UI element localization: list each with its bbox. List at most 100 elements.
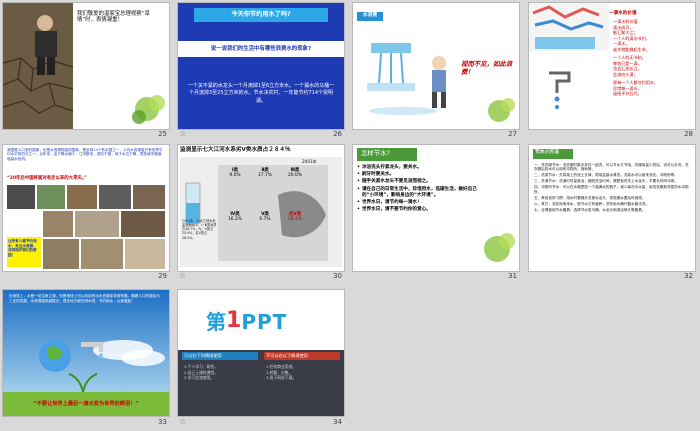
ppt-logo: 第 1 PPT [206, 308, 288, 334]
quality-cell: Ⅰ类 9.0% [220, 167, 250, 178]
slide-31-footer: 31 [353, 272, 519, 282]
tip-item: • 请在自己的日常生活中，珍惜用水，低碳生活，做好自己的“小环境”，影响身边的“大… [357, 187, 481, 199]
slide-25-thumbnail[interactable]: 我们敬爱的温家宝总理视察“旱情”时，表情凝重！ [3, 3, 169, 129]
bullet-icon: • [357, 186, 360, 192]
tip-paragraph: 六、其它：浇花用淘米水，既节水又有营养；洗车用水桶代替水管冲洗。 [534, 201, 649, 206]
bullet-icon: • [357, 179, 360, 185]
slide-26-thumbnail[interactable]: 今天你节约用水了吗? 说一说我们的生活中有哪些浪费水的现象? 一个关不紧的水龙头… [178, 3, 344, 129]
slide-31-thumbnail[interactable]: 怎样节水? • 沐浴洗头拧紧龙头，要关水。 • 刷牙时要关水。 • 随手关紧水龙头不要… [353, 145, 519, 271]
quality-value: 17.7% [258, 173, 272, 178]
slide-number: 25 [158, 130, 167, 138]
tip-text: 请在自己的日常生活中，珍惜用水，低碳生活，做好自己的“小环境”，影响身边的“大环… [361, 186, 477, 198]
tip-paragraph: 四、冲厕所节水：可以在水箱里放一个装满水的瓶子，减少每次冲水量，用洗衣服和洗菜的… [534, 185, 689, 194]
slide-32-footer: 32 [529, 272, 695, 282]
tip-paragraph: 三、洗澡节水：洗澡时尽量淋浴，缩短洗浴时间，擦肥皂时关上水龙头，不要长时间冲淋。 [534, 179, 678, 184]
slide-number: 33 [158, 418, 167, 426]
slide-number: 32 [684, 272, 693, 280]
slide-25-caption: 我们敬爱的温家宝总理视察“旱情”时，表情凝重！ [77, 11, 150, 24]
slide-number: 28 [684, 130, 693, 138]
tip-text: 随手关紧水龙头不要见流而视之。 [361, 179, 431, 185]
bullet-icon: • [357, 165, 360, 170]
tip-item: • 世界水日，请不要节约你的爱心。 [357, 207, 481, 213]
quality-cell: 劣Ⅴ类 28.4% [280, 211, 310, 222]
slide-32-thumbnail[interactable]: 节水小方法 一、洗衣服节水：洗衣服时集中多件一起洗，可以节水又节电。衣服用量少的… [529, 145, 695, 271]
allowed-list: 1.个人学习、研究。 2.自己上课的课堂。 3.学习交流使用。 [184, 364, 258, 381]
slide-number: 26 [333, 130, 342, 138]
slide-26-title: 今天你节约用水了吗? [231, 11, 291, 18]
allowed-item: 3.学习交流使用。 [184, 375, 215, 381]
logo-rest: PPT [241, 310, 288, 334]
slide-31-title: 怎样节水? [361, 149, 390, 157]
tip-item: • 刷牙时要关水。 [357, 172, 481, 178]
slide-number: 31 [508, 272, 517, 280]
faucet-illustration [529, 3, 609, 109]
tip-text: 世界水日，请不要节约你的爱心。 [361, 207, 431, 213]
slide-27-thumbnail[interactable]: 水浪费 视而不见，如此浪费！ [353, 3, 519, 129]
slide-26-footer: ☆ 26 [178, 129, 344, 140]
tips-list: • 沐浴洗头拧紧龙头，要关水。 • 刷牙时要关水。 • 随手关紧水龙头不要见流而视之。… [357, 165, 481, 213]
quality-cell: Ⅳ类 16.2% [220, 211, 250, 222]
slide-26-body: 一个关不紧的水龙头一个月滴掉1至6立方米水。一个漏水的马桶一个月流掉3至25立方… [187, 83, 335, 104]
slide-27-footer: 27 [353, 130, 519, 140]
slide-29-quote: “20年后中国将面对有史以来的大旱灾。” [7, 176, 87, 181]
quality-cell: Ⅴ类 6.7% [250, 211, 280, 222]
slide-28-heading: 一滴水的价值 [609, 11, 637, 16]
slide-28-footer: 28 [529, 130, 695, 140]
green-leaf-decoration [132, 95, 165, 124]
bullet-icon: • [357, 207, 360, 213]
slide-33-slogan: “不要让世界上最后一滴水变为世界的眼泪！” [33, 401, 139, 407]
slide-30-year: 2001年 [302, 159, 317, 164]
bullet-icon: • [357, 199, 360, 205]
logo-main: 第 [206, 310, 226, 334]
quality-cell: Ⅲ类 20.0% [280, 167, 310, 178]
slide-30-title: 监测显示七大江河水系劣Ⅴ类水质占２８４％ [180, 147, 291, 153]
slide-32-title: 节水小方法 [535, 150, 559, 155]
quality-cell: Ⅱ类 17.7% [250, 167, 280, 178]
slide-number: 30 [333, 272, 342, 280]
slide-30-footer: ☆ 30 [178, 271, 344, 282]
slide-28-thumbnail[interactable]: 一滴水的价值 一滴水的价值 滴水成河， 能汇聚大江； 一个人的滴水节约， 一滴水… [529, 3, 695, 129]
quality-value: 6.7% [259, 217, 271, 222]
slide-29-boxnote: 让所有人都节约用水，关注水资源，共同保护我们的家园！ [8, 239, 37, 258]
tip-paragraph: 七、合理使用节水器具：选择节水型马桶、水龙头和淋浴喷头等器具。 [534, 207, 646, 212]
slide-33-thumbnail[interactable]: 在地球上，水是一切生命之源，但是地球上可以利用的淡水资源却非常有限。随着人口的增… [3, 290, 169, 416]
logo-number: 1 [226, 308, 242, 333]
tip-item: • 随手关紧水龙头不要见流而视之。 [357, 179, 481, 185]
tip-paragraph: 二、洗菜节水：先将菜上的泥土去掉，再用盆接水清洗，洗菜水可以用来浇花、冲厕所等。 [534, 173, 678, 178]
slide-30-thumbnail[interactable]: 监测显示七大江河水系劣Ⅴ类水质占２８４％ 2001年 Ⅰ类 9.0% Ⅱ类 17… [178, 145, 344, 271]
forbidden-list: 1.任何商业用途。 2.转载、出售。 3.用于网站下载。 [266, 364, 340, 381]
earth-water-drop-scene [3, 290, 169, 416]
slide-34-footer: ☆ 34 [178, 417, 344, 428]
slide-25-footer: 25 [3, 130, 169, 140]
tip-item: • 世界水日，请节约每一滴水！ [357, 200, 481, 206]
quality-value: 20.0% [288, 173, 302, 178]
tip-text: 沐浴洗头拧紧龙头，要关水。 [361, 165, 422, 170]
slide-33-footer: 33 [3, 418, 169, 428]
slide-34-thumbnail[interactable]: 第 1 PPT 可以在下列情境使用 不可以在以下情境使用 1.个人学习、研究。 … [178, 290, 344, 416]
forbidden-title: 不可以在以下情境使用 [266, 353, 308, 358]
tip-text: 世界水日，请节约每一滴水！ [361, 199, 422, 205]
slide-number: 34 [333, 418, 342, 426]
slide-27-bubble: 视而不见，如此浪费！ [461, 60, 513, 76]
quality-value: 9.0% [229, 173, 241, 178]
slide-33-intro: 在地球上，水是一切生命之源，但是地球上可以利用的淡水资源却非常有限。随着人口的增… [9, 294, 160, 303]
tip-text: 刷牙时要关水。 [361, 172, 395, 178]
quality-table: Ⅰ类 9.0% Ⅱ类 17.7% Ⅲ类 20.0% Ⅳ类 16.2% Ⅴ类 6.… [220, 167, 310, 253]
tips-paragraphs: 一、洗衣服节水：洗衣服时集中多件一起洗，可以节水又节电。衣服用量少的话，也可以手… [534, 163, 690, 212]
slide-26-question: 说一说我们的生活中有哪些浪费水的现象? [210, 46, 312, 52]
star-icon: ☆ [179, 129, 187, 138]
slide-29-thumbnail[interactable]: 我国是人口多的国家，也是水资源短缺的国家，是全球13个贫水国之一，人均水资源量只… [3, 145, 169, 271]
poem-line: 留给子孙后代。 [613, 91, 642, 97]
bullet-icon: • [357, 172, 360, 178]
slide-29-footer: 29 [3, 272, 169, 282]
quality-value: 16.2% [228, 217, 242, 222]
forbidden-item: 3.用于网站下载。 [266, 375, 297, 381]
green-leaf-decoration [488, 98, 515, 122]
tip-paragraph: 五、养成良好习惯：用水时要随手关紧水龙头，发现漏水要及时维修。 [534, 195, 646, 200]
tip-item: • 沐浴洗头拧紧龙头，要关水。 [357, 165, 481, 171]
star-icon: ☆ [179, 417, 187, 426]
slide-number: 29 [158, 272, 167, 280]
quality-value: 28.4% [288, 217, 302, 222]
allowed-title: 可以在下列情境使用 [184, 353, 222, 358]
slide-number: 27 [508, 130, 517, 138]
